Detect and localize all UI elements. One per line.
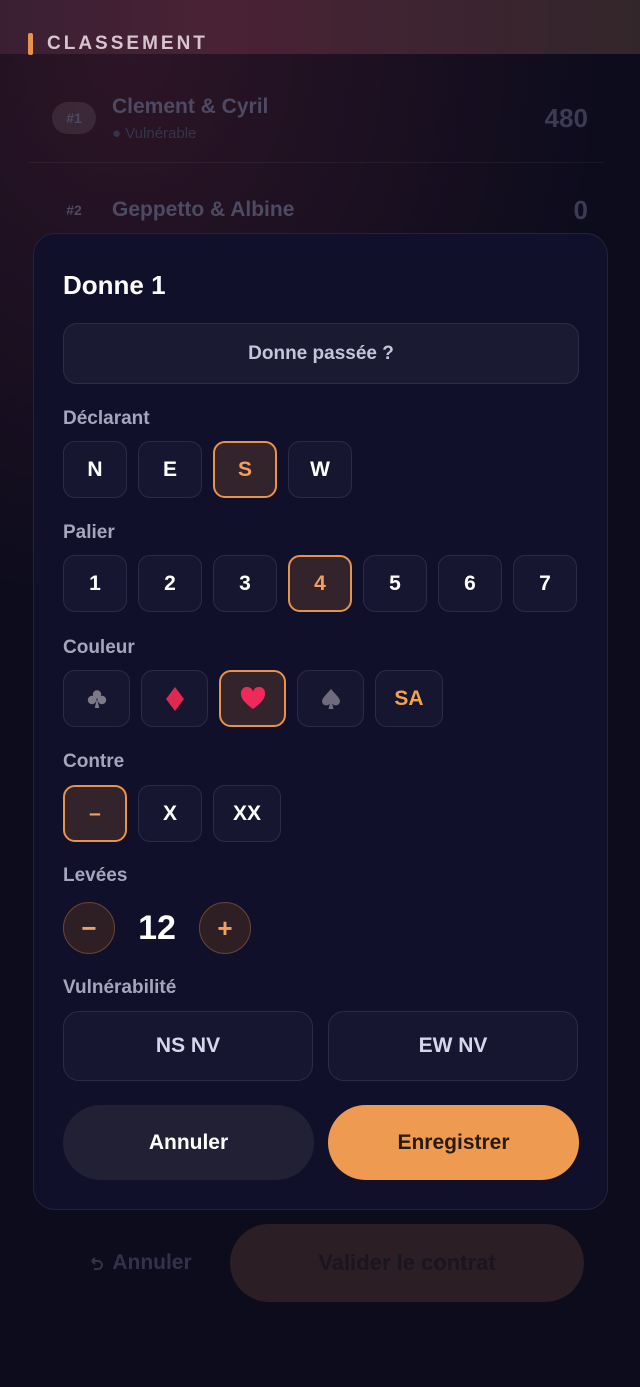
couleur-options: SA [63,670,443,727]
team-name: Geppetto & Albine [112,198,295,221]
levees-increment-button[interactable]: + [199,902,251,954]
declarant-option-s[interactable]: S [213,441,277,498]
diamond-icon [165,686,184,711]
contre-option-none[interactable]: – [63,785,127,842]
team-score: 480 [544,102,588,133]
palier-option-3[interactable]: 3 [213,555,277,612]
bottom-action-bar: Annuler Valider le contrat [50,1224,586,1302]
vulnerability-ns-button[interactable]: NS NV [63,1011,313,1081]
team-status: ● Vulnérable [112,124,197,142]
couleur-option-spade[interactable] [297,670,364,727]
rank-badge: #1 [52,102,96,134]
declarant-label: Déclarant [63,408,150,429]
section-title-text: CLASSEMENT [47,33,208,54]
couleur-option-heart[interactable] [219,670,286,727]
team-score: 0 [573,194,588,225]
palier-option-6[interactable]: 6 [438,555,502,612]
palier-option-4[interactable]: 4 [288,555,352,612]
declarant-option-n[interactable]: N [63,441,127,498]
deal-passed-button[interactable]: Donne passée ? [63,323,579,384]
palier-label: Palier [63,522,115,543]
modal-title: Donne 1 [63,270,166,300]
contre-label: Contre [63,751,125,772]
ranking-row[interactable]: #1 Clement & Cyril ● Vulnérable 480 [28,73,604,163]
deal-modal: Donne 1 Donne passée ? Déclarant N E S W… [33,233,608,1210]
rank-badge: #2 [66,202,82,218]
couleur-label: Couleur [63,637,135,658]
declarant-options: N E S W [63,441,352,498]
levees-stepper: − 12 + [63,900,263,956]
palier-options: 1 2 3 4 5 6 7 [63,555,577,612]
palier-option-7[interactable]: 7 [513,555,577,612]
levees-value: 12 [138,908,176,947]
row-divider [28,162,604,163]
modal-cancel-button[interactable]: Annuler [63,1105,314,1180]
modal-save-button[interactable]: Enregistrer [328,1105,579,1180]
contre-options: – X XX [63,785,281,842]
palier-option-1[interactable]: 1 [63,555,127,612]
club-icon [87,689,106,708]
bottom-cancel-button[interactable]: Annuler [50,1224,230,1302]
spade-icon [321,688,340,709]
vulnerabilite-label: Vulnérabilité [63,977,177,998]
heart-icon [240,686,265,709]
couleur-option-sa[interactable]: SA [375,670,443,727]
declarant-option-e[interactable]: E [138,441,202,498]
contre-option-x[interactable]: X [138,785,202,842]
team-name: Clement & Cyril [112,94,269,118]
section-accent-bar [28,33,33,55]
levees-decrement-button[interactable]: − [63,902,115,954]
couleur-option-club[interactable] [63,670,130,727]
palier-option-2[interactable]: 2 [138,555,202,612]
validate-contract-button[interactable]: Valider le contrat [230,1224,584,1302]
vulnerability-ew-button[interactable]: EW NV [328,1011,578,1081]
palier-option-5[interactable]: 5 [363,555,427,612]
bottom-cancel-label: Annuler [112,1251,192,1274]
section-title: CLASSEMENT [28,33,208,55]
couleur-option-diamond[interactable] [141,670,208,727]
declarant-option-w[interactable]: W [288,441,352,498]
levees-label: Levées [63,865,128,886]
contre-option-xx[interactable]: XX [213,785,281,842]
undo-icon [91,1257,104,1270]
